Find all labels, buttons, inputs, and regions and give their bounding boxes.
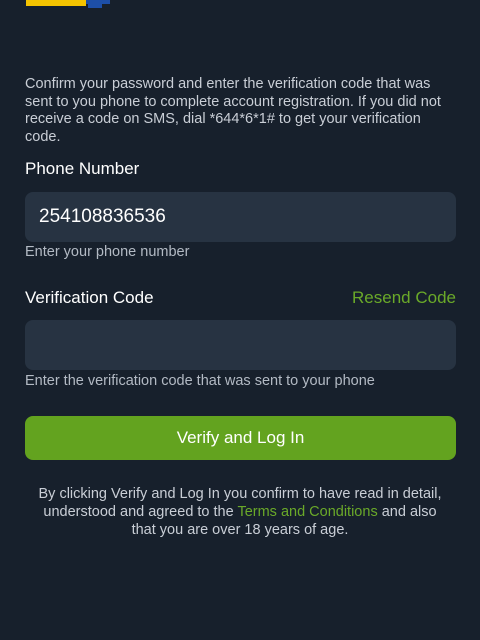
verification-code-input[interactable] — [25, 320, 456, 370]
intro-text: Confirm your password and enter the veri… — [25, 76, 441, 145]
brand-logo-icon — [26, 0, 110, 8]
phone-number-label: Phone Number — [25, 159, 140, 178]
verify-and-log-in-button[interactable]: Verify and Log In — [25, 416, 456, 460]
terms-and-conditions-link[interactable]: Terms and Conditions — [237, 504, 377, 520]
verification-code-label: Verification Code — [25, 288, 154, 307]
resend-code-link[interactable]: Resend Code — [352, 288, 456, 308]
phone-number-input[interactable] — [25, 192, 456, 242]
verification-code-hint: Enter the verification code that was sen… — [25, 373, 375, 389]
phone-number-hint: Enter your phone number — [25, 244, 190, 260]
verification-page: Confirm your password and enter the veri… — [0, 0, 480, 640]
terms-disclaimer: By clicking Verify and Log In you confir… — [30, 485, 450, 539]
